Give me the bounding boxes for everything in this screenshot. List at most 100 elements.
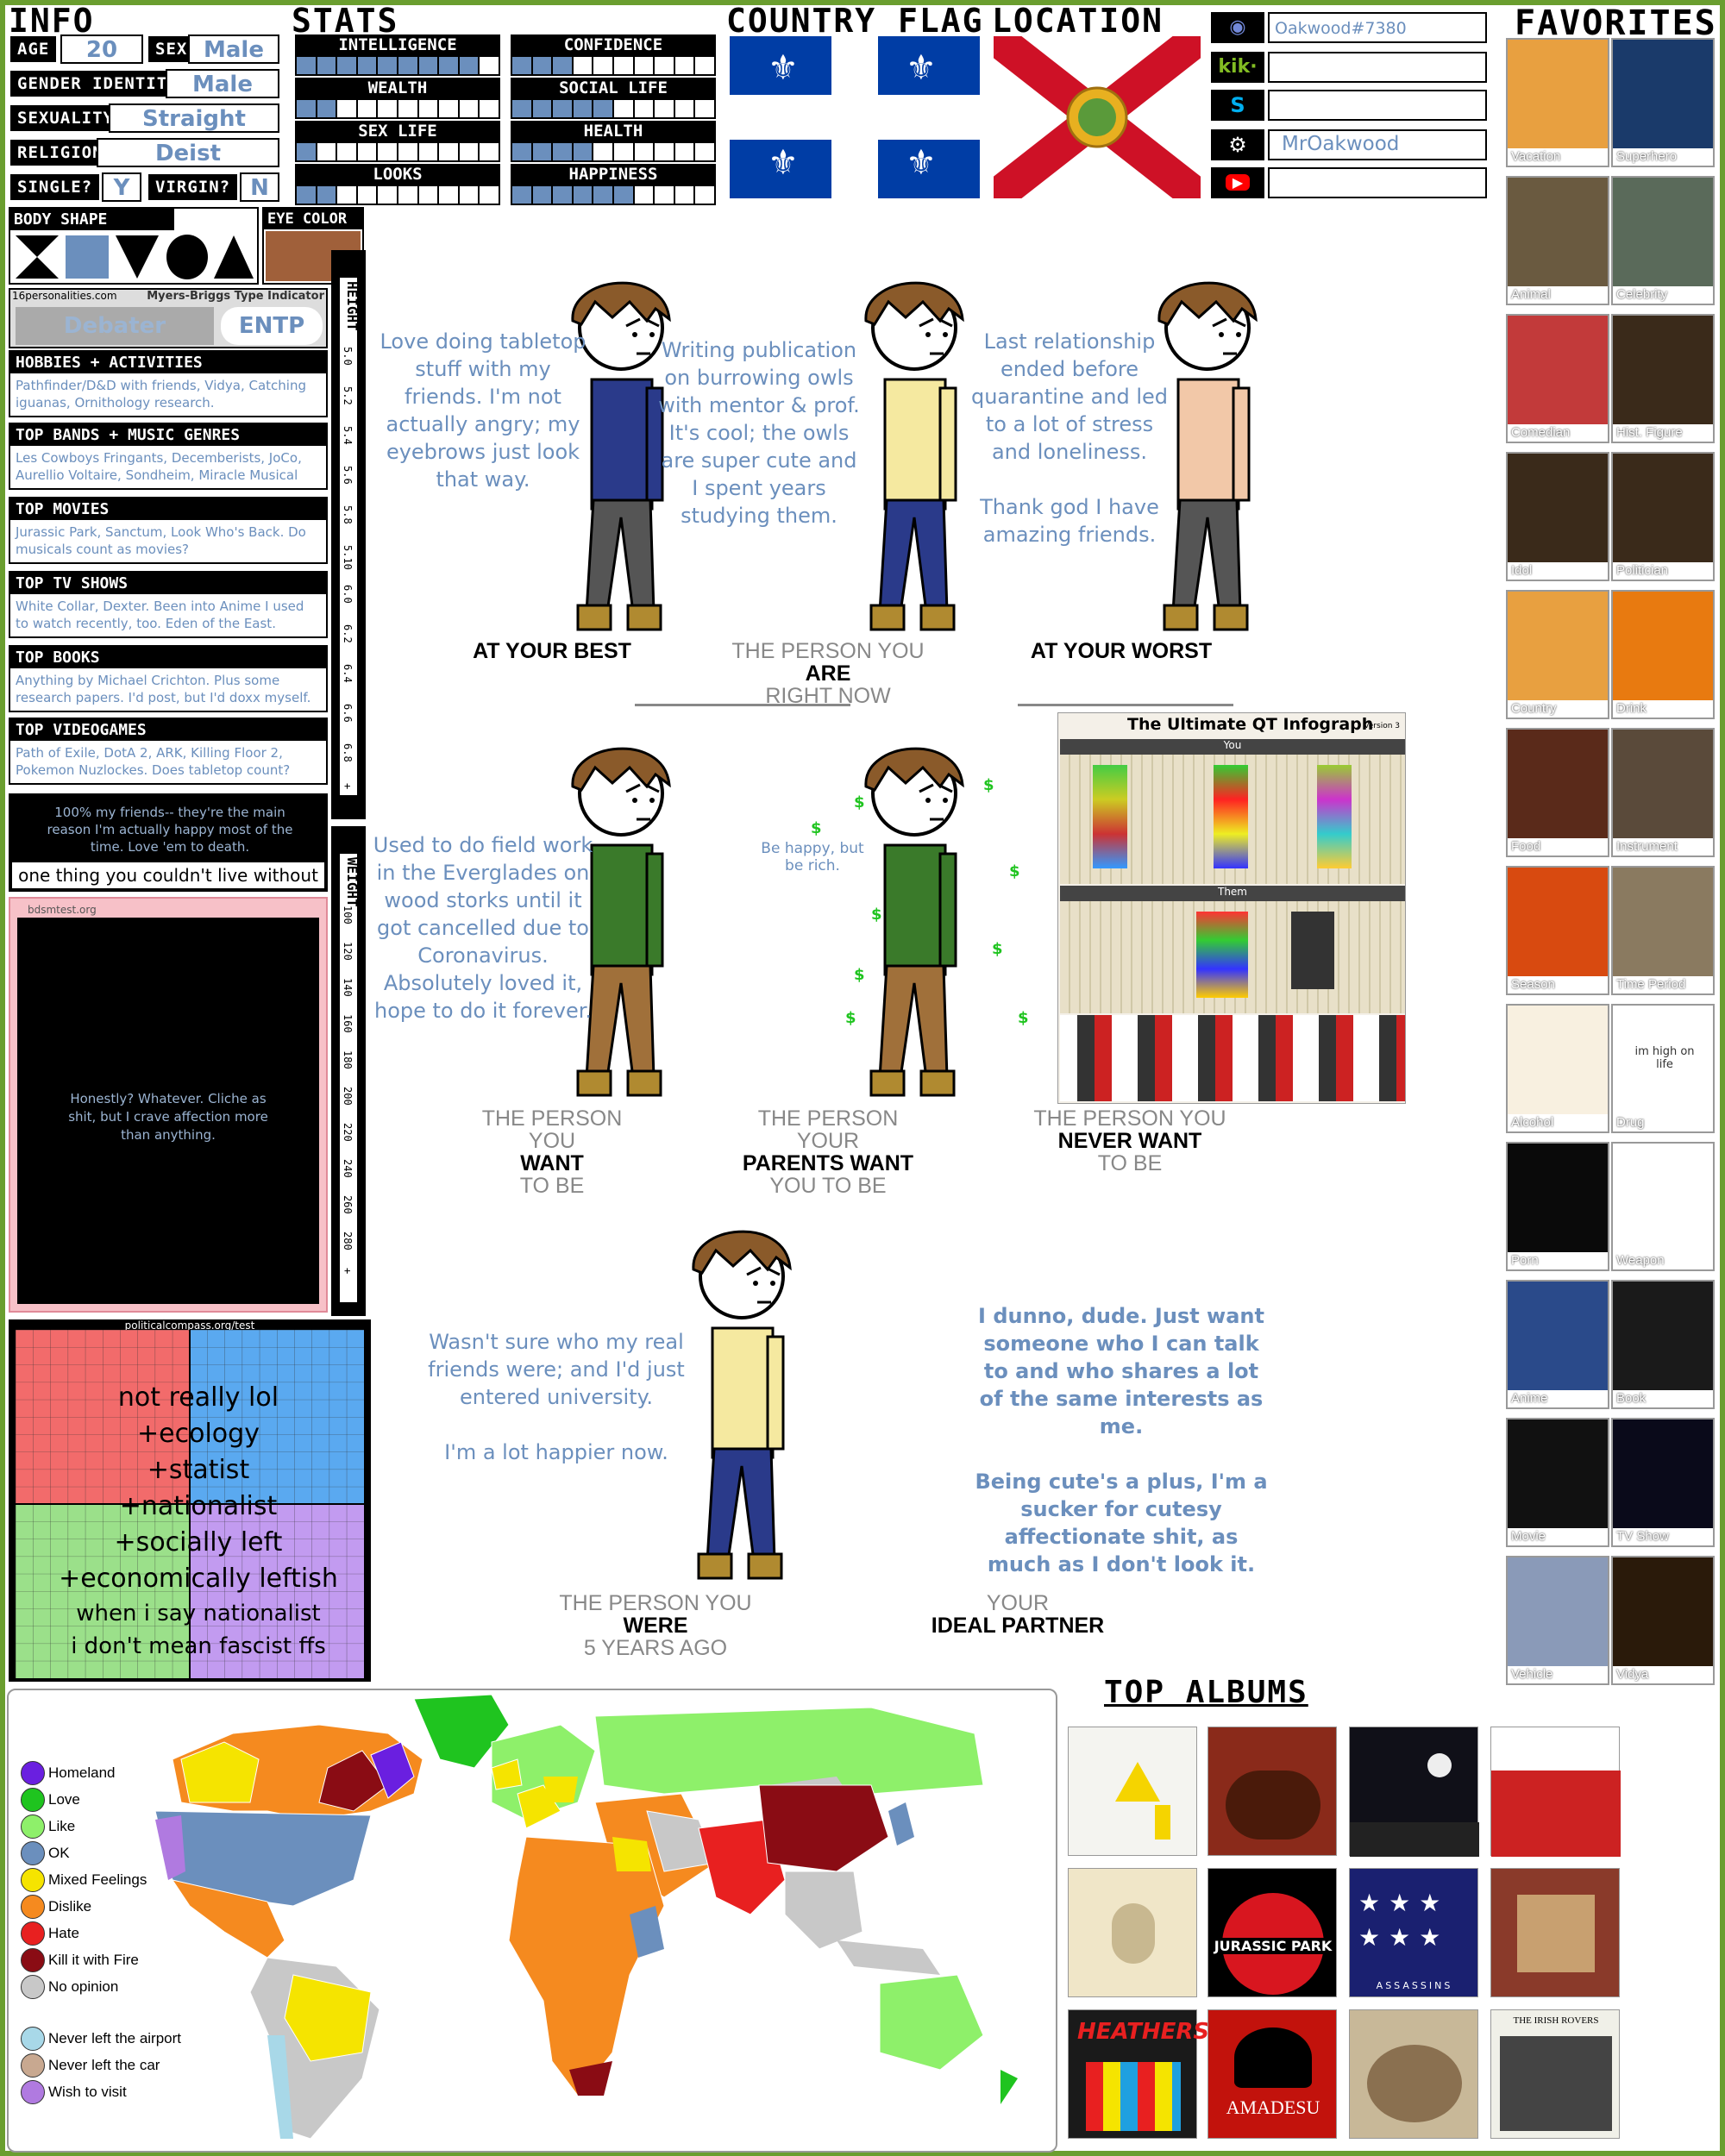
stat-bar <box>295 185 500 205</box>
favorite-caption: TV Show <box>1616 1529 1669 1544</box>
album-heathers-label: HEATHERS <box>1077 2019 1210 2045</box>
dollar-icon: $ <box>1018 1009 1029 1027</box>
quebec-flag: ⚜ ⚜ ⚜ ⚜ <box>730 36 980 198</box>
legend-item: OK <box>21 1841 70 1865</box>
legend-item: Love <box>21 1788 80 1812</box>
legend-swatch <box>21 1975 45 1999</box>
stat-label: SEX LIFE <box>295 121 500 141</box>
dollar-icon: $ <box>854 966 865 984</box>
album-decemberists-2 <box>1349 2009 1478 2139</box>
person-bubble: Wasn't sure who my real friends were; an… <box>428 1330 685 1464</box>
stat-bar <box>511 141 716 162</box>
favorite-anime: Anime <box>1506 1280 1609 1409</box>
person-bubble: Be happy, but be rich. <box>761 840 864 874</box>
legend-label: No opinion <box>48 1978 119 1995</box>
album-decemberists <box>1068 1868 1197 1997</box>
mbti-source: 16personalities.com <box>12 290 117 302</box>
legend-swatch <box>21 1868 45 1892</box>
infograph-version: Version 3 <box>1364 722 1400 730</box>
favorite-idol: Idol <box>1506 452 1609 581</box>
weight-tick: 140 <box>342 978 354 997</box>
compass-line: when i say nationalist <box>76 1601 321 1626</box>
album-cowboys-fringants <box>1490 1727 1621 1857</box>
stat-bar <box>511 98 716 119</box>
favorite-comedian: Comedian <box>1506 314 1609 443</box>
height-tick: 6.2 <box>342 624 354 643</box>
legend-label: Never left the car <box>48 2057 160 2073</box>
stat-label: WEALTH <box>295 78 500 98</box>
age-value: 20 <box>60 34 143 64</box>
legend-swatch <box>21 1921 45 1946</box>
height-title: HEIGHT <box>344 281 361 331</box>
legend-swatch <box>21 1788 45 1812</box>
legend-label: Like <box>48 1818 76 1834</box>
favorite-season: Season <box>1506 866 1609 995</box>
legend-label: Love <box>48 1791 80 1808</box>
album-jonathan-coulton <box>1068 1727 1197 1856</box>
cant-live-box: 100% my friends-- they're the main reaso… <box>9 793 328 892</box>
compass-line: +socially left <box>114 1527 283 1557</box>
legend-label: Mixed Feelings <box>48 1871 147 1888</box>
favorite-animal: Animal <box>1506 176 1609 305</box>
skype-field <box>1268 90 1487 121</box>
stat-bar <box>511 55 716 76</box>
favorite-politician: Politician <box>1611 452 1715 581</box>
category-top-books: TOP BOOKS Anything by Michael Crichton. P… <box>9 645 328 712</box>
person-bubble: Used to do field work in the Everglades … <box>373 833 593 1023</box>
stat-bar <box>511 185 716 205</box>
youtube-icon: ▶ <box>1211 167 1264 198</box>
height-tick: + <box>342 783 354 790</box>
stat-label: CONFIDENCE <box>511 34 716 55</box>
bdsm-text: Honestly? Whatever. Cliche as shit, but … <box>68 1091 268 1143</box>
bdsm-box: bdsmtest.org Honestly? Whatever. Cliche … <box>9 897 328 1313</box>
youtube-field <box>1268 167 1487 198</box>
category-text: White Collar, Dexter. Been into Anime I … <box>16 599 304 631</box>
mbti-type-code: ENTP <box>221 307 323 345</box>
weight-tick: 100 <box>342 906 354 924</box>
infograph-title: The Ultimate QT Infograph <box>1127 715 1374 734</box>
world-map-graphic <box>154 1694 1018 2140</box>
person-caption-line: THE PERSON YOU <box>481 1106 623 1153</box>
eye-color-title: EYE COLOR <box>264 209 362 229</box>
favorite-celebrity: Celebrity <box>1611 176 1715 305</box>
legend-label: Kill it with Fire <box>48 1952 139 1968</box>
mbti-box: 16personalities.com Myers-Briggs Type In… <box>9 288 328 348</box>
album-irish-label: THE IRISH ROVERS <box>1513 2015 1599 2026</box>
person-caption-line: NEVER WANT <box>1057 1129 1202 1153</box>
age-label: AGE <box>10 36 57 62</box>
favorite-drug: im high on life Drug <box>1611 1004 1715 1133</box>
virgin-value: N <box>240 172 279 202</box>
favorite-drink: Drink <box>1611 590 1715 719</box>
category-top-tv-shows: TOP TV SHOWS White Collar, Dexter. Been i… <box>9 571 328 638</box>
stat-label: HEALTH <box>511 121 716 141</box>
height-tick: 5.0 <box>342 347 354 366</box>
person-caption-line: ARE <box>805 661 851 686</box>
world-map: Homeland Love Like OK Mixed Feelings Dislike H… <box>7 1689 1057 2153</box>
category-title: TOP BOOKS <box>10 647 326 668</box>
favorite-caption: Movie <box>1511 1529 1546 1544</box>
mbti-type-name: Debater <box>16 307 214 345</box>
favorite-movie: Movie <box>1506 1418 1609 1547</box>
favorite-caption: Idol <box>1511 563 1533 578</box>
weight-tick: 260 <box>342 1195 354 1214</box>
favorite-food: Food <box>1506 728 1609 857</box>
person-caption: THE PERSON YOUR PARENTS WANT YOU TO BE <box>724 1107 932 1197</box>
favorite-caption: Season <box>1511 977 1555 992</box>
legend-item: Wish to visit <box>21 2080 127 2104</box>
bdsm-source: bdsmtest.org <box>28 904 97 916</box>
divider <box>635 704 850 706</box>
favorite-vidya: Vidya <box>1611 1556 1715 1685</box>
category-title: TOP TV SHOWS <box>10 573 326 594</box>
kik-field <box>1268 52 1487 83</box>
top-albums-title: TOP ALBUMS <box>1104 1675 1308 1710</box>
compass-line: not really lol <box>117 1382 279 1413</box>
favorite-caption: Superhero <box>1616 149 1678 164</box>
height-tick: 6.8 <box>342 743 354 762</box>
mbti-title: Myers-Briggs Type Indicator <box>147 290 324 303</box>
legend-swatch <box>21 2053 45 2078</box>
person-caption-line: 5 YEARS AGO <box>583 1636 728 1660</box>
height-tick: 5.4 <box>342 426 354 445</box>
album-amadeus: AMADESU <box>1208 2009 1337 2139</box>
album-amadeus-label: AMADESU <box>1226 2096 1320 2118</box>
stat-label: LOOKS <box>295 164 500 185</box>
